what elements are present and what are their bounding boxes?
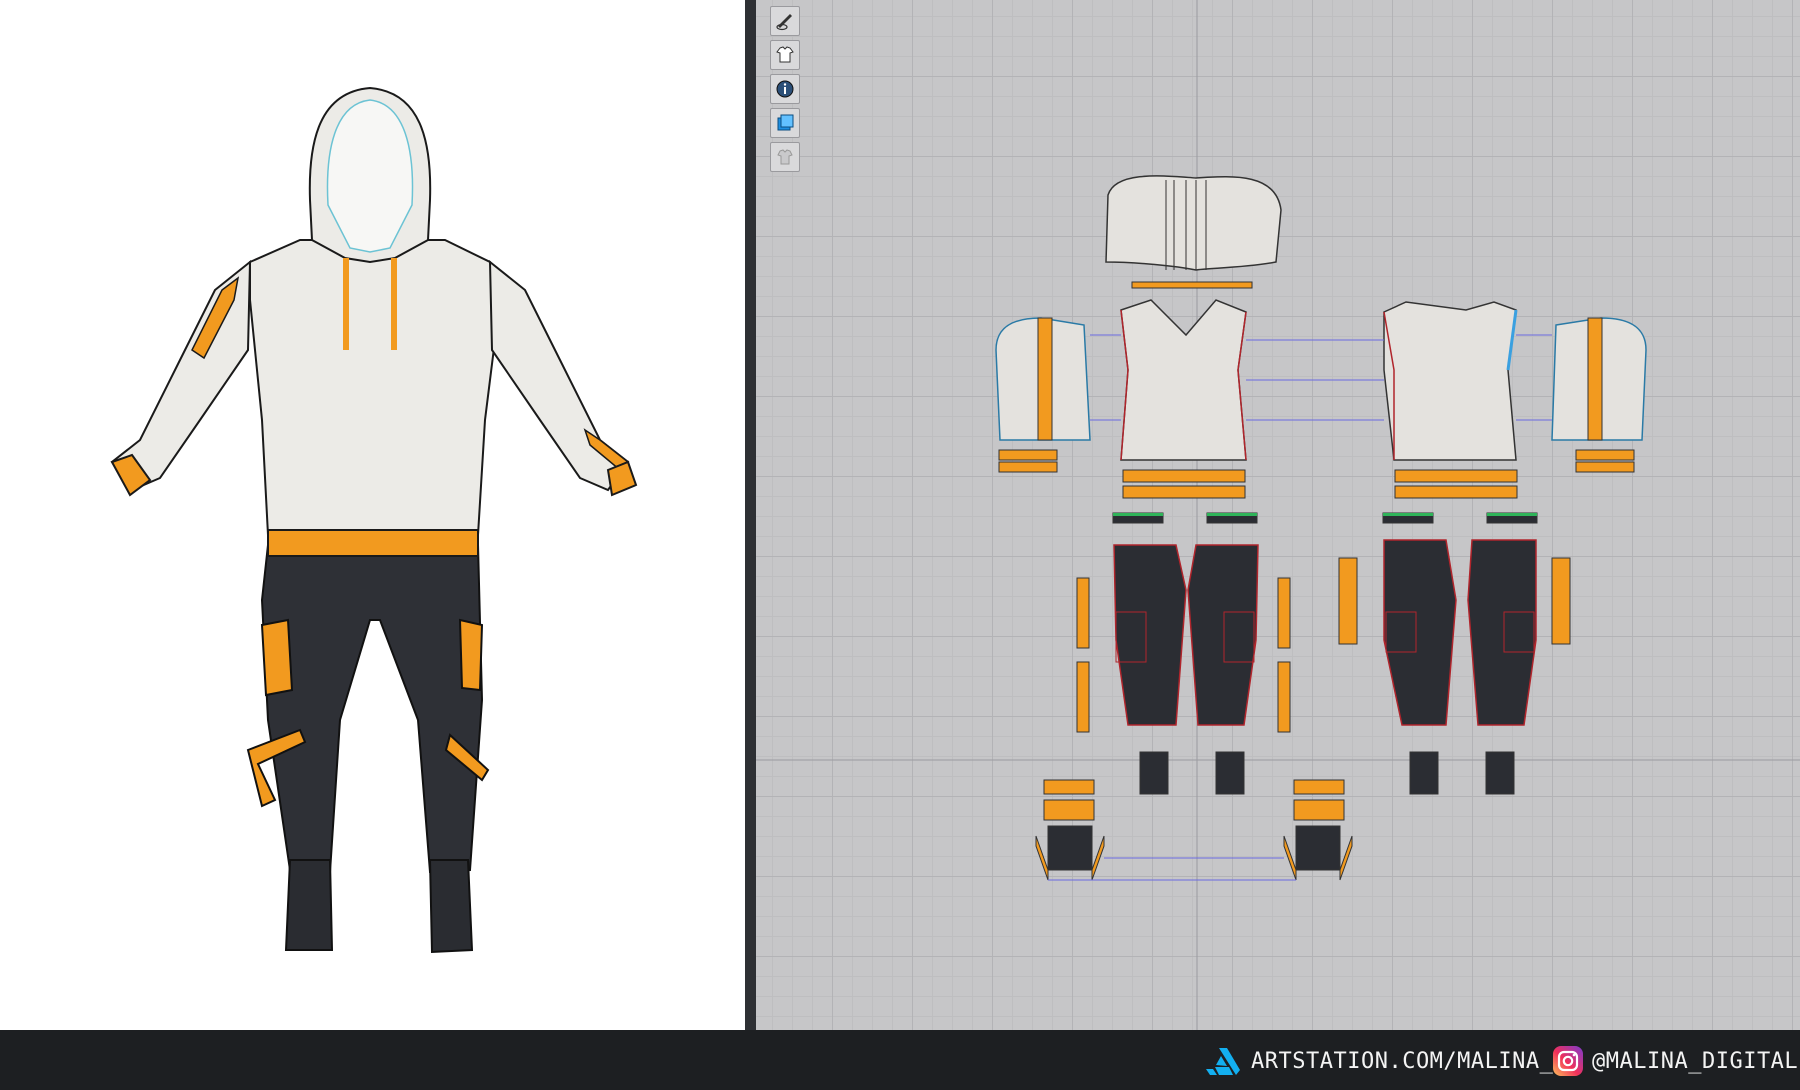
pattern-hood[interactable] (1105, 175, 1282, 289)
instagram-logo-icon (1553, 1046, 1583, 1076)
pattern-left-sleeve[interactable] (995, 317, 1091, 473)
info-icon (776, 80, 794, 98)
show-garment-button[interactable] (770, 40, 800, 70)
pattern-back-pants[interactable] (1383, 539, 1537, 726)
edit-pattern-eye-button[interactable] (770, 6, 800, 36)
texture-button[interactable] (770, 108, 800, 138)
pattern-pieces (756, 0, 1800, 1030)
pattern-front-pants[interactable] (1113, 544, 1259, 726)
artstation-logo-icon (1206, 1048, 1240, 1075)
2d-pattern-window[interactable] (756, 0, 1800, 1030)
lock-garment-button[interactable] (770, 142, 800, 172)
instagram-handle-text: @MALINA_DIGITAL (1592, 1048, 1799, 1074)
instagram-credit[interactable]: @MALINA_DIGITAL (1552, 1044, 1798, 1078)
view-divider[interactable] (745, 0, 756, 1030)
pattern-back-body[interactable] (1383, 301, 1518, 499)
lock-garment-icon (777, 149, 793, 165)
hoodie (110, 86, 638, 557)
artstation-url-text: ARTSTATION.COM/MALINA_A (1251, 1048, 1568, 1074)
artstation-credit[interactable]: ARTSTATION.COM/MALINA_A (1205, 1044, 1567, 1078)
pattern-pockets[interactable] (1035, 779, 1353, 881)
show-garment-icon (776, 46, 794, 63)
pattern-right-sleeve[interactable] (1551, 317, 1647, 473)
3d-viewport[interactable] (0, 0, 745, 1030)
info-button[interactable] (770, 74, 800, 104)
pattern-front-body[interactable] (1120, 299, 1247, 499)
pattern-toolbar (770, 6, 804, 172)
avatar-garment-render (110, 86, 638, 954)
cargo-pants (246, 544, 490, 954)
edit-pattern-eye-icon (776, 14, 792, 31)
texture-icon (777, 114, 794, 131)
